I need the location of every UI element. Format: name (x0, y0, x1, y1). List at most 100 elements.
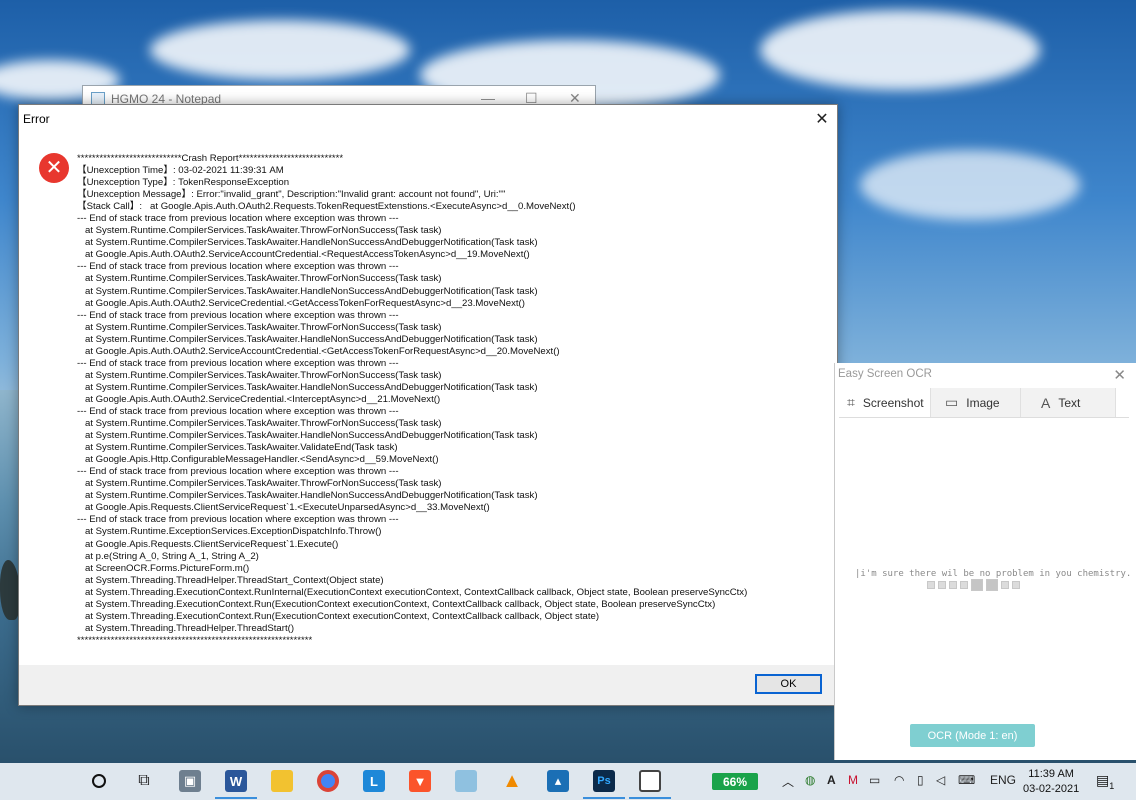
dialog-close-button[interactable]: ✕ (807, 105, 837, 133)
ocr-close-button[interactable]: ✕ (1113, 366, 1126, 384)
cortana-search-button[interactable] (86, 768, 112, 794)
report-line: at Google.Apis.Auth.OAuth2.ServiceCreden… (77, 297, 525, 309)
taskbar-app-word[interactable]: W (215, 768, 257, 799)
chrome-icon (317, 770, 339, 792)
report-line: at System.Runtime.CompilerServices.TaskA… (77, 369, 442, 381)
taskbar-app-ocr[interactable]: ▣ (177, 768, 203, 794)
clock-time: 11:39 AM (1028, 768, 1074, 780)
report-line: at Google.Apis.Requests.ClientServiceReq… (77, 538, 339, 550)
notification-count: 1 (1109, 780, 1115, 791)
report-line: at Google.Apis.Requests.ClientServiceReq… (77, 502, 490, 514)
report-line: at System.Runtime.CompilerServices.TaskA… (77, 490, 538, 502)
cortana-icon (92, 774, 106, 788)
loading-dot (938, 581, 946, 589)
taskbar-app-chrome[interactable] (315, 768, 341, 794)
photos-icon: ▴ (547, 770, 569, 792)
taskbar-app-notepad[interactable] (453, 768, 479, 794)
report-line: at Google.Apis.Auth.OAuth2.ServiceAccoun… (77, 345, 560, 357)
photoshop-icon: Ps (593, 770, 615, 792)
clock-date: 03-02-2021 (1023, 783, 1080, 795)
report-line: --- End of stack trace from previous loc… (77, 405, 399, 417)
task-view-button[interactable]: ⧉ (131, 768, 157, 794)
report-line: --- End of stack trace from previous loc… (77, 213, 399, 225)
ok-button[interactable]: OK (755, 674, 822, 694)
globe-icon[interactable]: ◍ (805, 773, 815, 787)
ocr-tabs: ⌗ Screenshot ▭ Image A Text (839, 388, 1129, 418)
storage-icon[interactable]: ▯ (917, 773, 924, 787)
report-line: 【Unexception Type】: TokenResponseExcepti… (77, 177, 290, 189)
report-line: 【Unexception Message】: Error:"invalid_gr… (77, 189, 506, 201)
report-line: at System.Runtime.CompilerServices.TaskA… (77, 225, 442, 237)
report-line: at System.Runtime.CompilerServices.TaskA… (77, 478, 442, 490)
notepad-icon (455, 770, 477, 792)
report-line: at System.Runtime.CompilerServices.TaskA… (77, 321, 442, 333)
report-line: at p.e(String A_0, String A_1, String A_… (77, 550, 259, 562)
language-indicator[interactable]: ENG (990, 773, 1016, 787)
report-line: at System.Runtime.ExceptionServices.Exce… (77, 526, 382, 538)
wifi-icon[interactable]: ◠ (894, 773, 904, 787)
mcafee-icon[interactable]: M (848, 773, 858, 787)
ocr-mode-button[interactable]: OCR (Mode 1: en) (910, 724, 1035, 747)
report-line: at System.Threading.ThreadHelper.ThreadS… (77, 622, 295, 634)
report-line: ****************************Crash Report… (77, 153, 344, 164)
taskbar-app-brave[interactable]: ▼ (407, 768, 433, 794)
report-line: 【Unexception Time】: 03-02-2021 11:39:31 … (77, 165, 284, 177)
loading-indicator (927, 579, 1020, 591)
text-icon: A (1041, 394, 1051, 411)
taskbar-app-photos[interactable]: ▴ (545, 768, 571, 794)
error-dialog: Error ✕ ✕ ****************************Cr… (18, 104, 838, 706)
folder-icon (271, 770, 293, 792)
report-line: at System.Runtime.CompilerServices.TaskA… (77, 418, 442, 430)
report-line: --- End of stack trace from previous loc… (77, 261, 399, 273)
tab-image[interactable]: ▭ Image (931, 388, 1021, 417)
keyboard-icon[interactable]: ⌨ (958, 773, 975, 787)
brave-icon: ▼ (409, 770, 431, 792)
dialog-title: Error (23, 112, 50, 126)
taskbar-app-photoshop[interactable]: Ps (583, 768, 625, 799)
ocr-app-icon: ▣ (179, 770, 201, 792)
tab-text[interactable]: A Text (1021, 388, 1116, 417)
loading-dot (1001, 581, 1009, 589)
report-line: at System.Runtime.CompilerServices.TaskA… (77, 237, 538, 249)
report-line: at ScreenOCR.Forms.PictureForm.m() (77, 562, 250, 574)
taskbar-app-explorer[interactable] (269, 768, 295, 794)
report-line: at System.Threading.ThreadHelper.ThreadS… (77, 574, 384, 586)
a-icon[interactable]: A (827, 773, 836, 787)
loading-dot (986, 579, 998, 591)
l-app-icon: L (363, 770, 385, 792)
chevron-up-icon[interactable]: ︿ (782, 773, 794, 790)
battery-percent-badge[interactable]: 66% (712, 773, 758, 790)
tab-label: Image (966, 395, 1000, 410)
cloud (760, 10, 1040, 90)
report-line: at System.Runtime.CompilerServices.TaskA… (77, 273, 442, 285)
report-line: at System.Threading.ExecutionContext.Run… (77, 586, 748, 598)
clock[interactable]: 11:39 AM 03-02-2021 (1023, 767, 1079, 797)
crop-icon: ⌗ (847, 394, 855, 410)
report-line: at System.Runtime.CompilerServices.TaskA… (77, 285, 538, 297)
cloud (150, 20, 410, 80)
report-line: --- End of stack trace from previous loc… (77, 357, 399, 369)
report-line: at System.Runtime.CompilerServices.TaskA… (77, 381, 538, 393)
loading-dot (949, 581, 957, 589)
error-x-icon: ✕ (39, 153, 69, 183)
taskbar-app-error[interactable] (629, 768, 671, 799)
notification-icon[interactable]: ▤1 (1096, 772, 1114, 791)
easy-screen-ocr-window: Easy Screen OCR ✕ ⌗ Screenshot ▭ Image A… (834, 363, 1136, 760)
task-view-icon: ⧉ (138, 772, 150, 789)
dialog-footer: OK (19, 665, 837, 705)
tab-label: Text (1058, 395, 1081, 410)
report-line: --- End of stack trace from previous loc… (77, 514, 399, 526)
volume-icon[interactable]: ◁ (936, 773, 945, 787)
window-icon (639, 770, 661, 792)
taskbar-app-vlc[interactable]: ▲ (499, 768, 525, 794)
crash-report-text: ****************************Crash Report… (77, 153, 827, 647)
loading-dot (960, 581, 968, 589)
report-line: 【Stack Call】: at Google.Apis.Auth.OAuth2… (77, 201, 576, 213)
battery-icon[interactable]: ▭ (869, 773, 880, 787)
report-line: --- End of stack trace from previous loc… (77, 309, 399, 321)
taskbar-app-l[interactable]: L (361, 768, 387, 794)
tab-screenshot[interactable]: ⌗ Screenshot (839, 388, 931, 417)
cloud (860, 150, 1080, 220)
taskbar: ⧉ ▣ W L ▼ ▲ ▴ Ps 66% ︿ ◍ A M ▭ ◠ ▯ ◁ ⌨ E… (0, 763, 1136, 800)
report-line: ****************************************… (77, 634, 313, 646)
